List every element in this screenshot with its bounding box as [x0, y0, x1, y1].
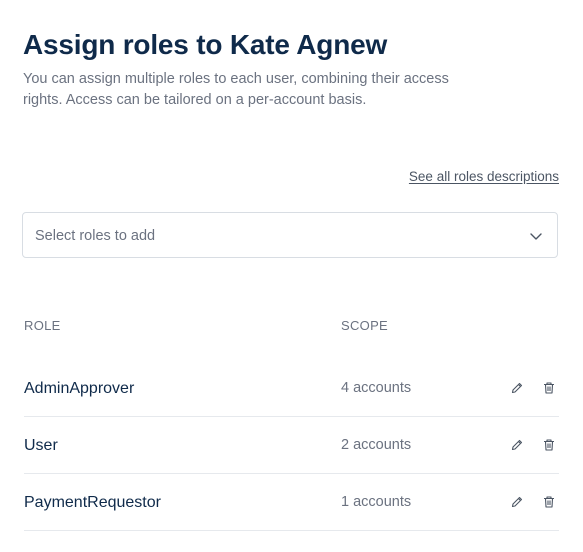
- role-select-dropdown[interactable]: Select roles to add: [22, 212, 558, 258]
- pencil-icon: [511, 382, 523, 394]
- role-scope: 4 accounts: [341, 380, 412, 396]
- table-row: User 2 accounts: [24, 417, 559, 474]
- column-header-scope: SCOPE: [341, 318, 389, 333]
- delete-role-button[interactable]: [542, 381, 556, 395]
- edit-role-button[interactable]: [510, 438, 524, 452]
- role-name: PaymentRequestor: [24, 494, 161, 511]
- page-title: Assign roles to Kate Agnew: [23, 29, 388, 60]
- role-scope: 2 accounts: [341, 437, 412, 453]
- trash-icon: [544, 496, 554, 508]
- table-row: AdminApprover 4 accounts: [24, 360, 559, 417]
- table-row: PaymentRequestor 1 accounts: [24, 474, 559, 531]
- column-header-role: ROLE: [24, 318, 61, 333]
- edit-role-button[interactable]: [510, 495, 524, 509]
- chevron-down-icon: [529, 229, 543, 243]
- role-name: AdminApprover: [24, 380, 135, 397]
- delete-role-button[interactable]: [542, 438, 556, 452]
- assign-roles-page: Assign roles to Kate Agnew You can assig…: [0, 0, 583, 552]
- role-scope: 1 accounts: [341, 494, 412, 510]
- trash-icon: [544, 439, 554, 451]
- see-all-roles-link[interactable]: See all roles descriptions: [409, 169, 559, 184]
- pencil-icon: [511, 439, 523, 451]
- page-subtitle: You can assign multiple roles to each us…: [23, 71, 449, 108]
- role-name: User: [24, 437, 58, 454]
- trash-icon: [544, 382, 554, 394]
- delete-role-button[interactable]: [542, 495, 556, 509]
- pencil-icon: [511, 496, 523, 508]
- role-select-placeholder: Select roles to add: [35, 228, 156, 244]
- edit-role-button[interactable]: [510, 381, 524, 395]
